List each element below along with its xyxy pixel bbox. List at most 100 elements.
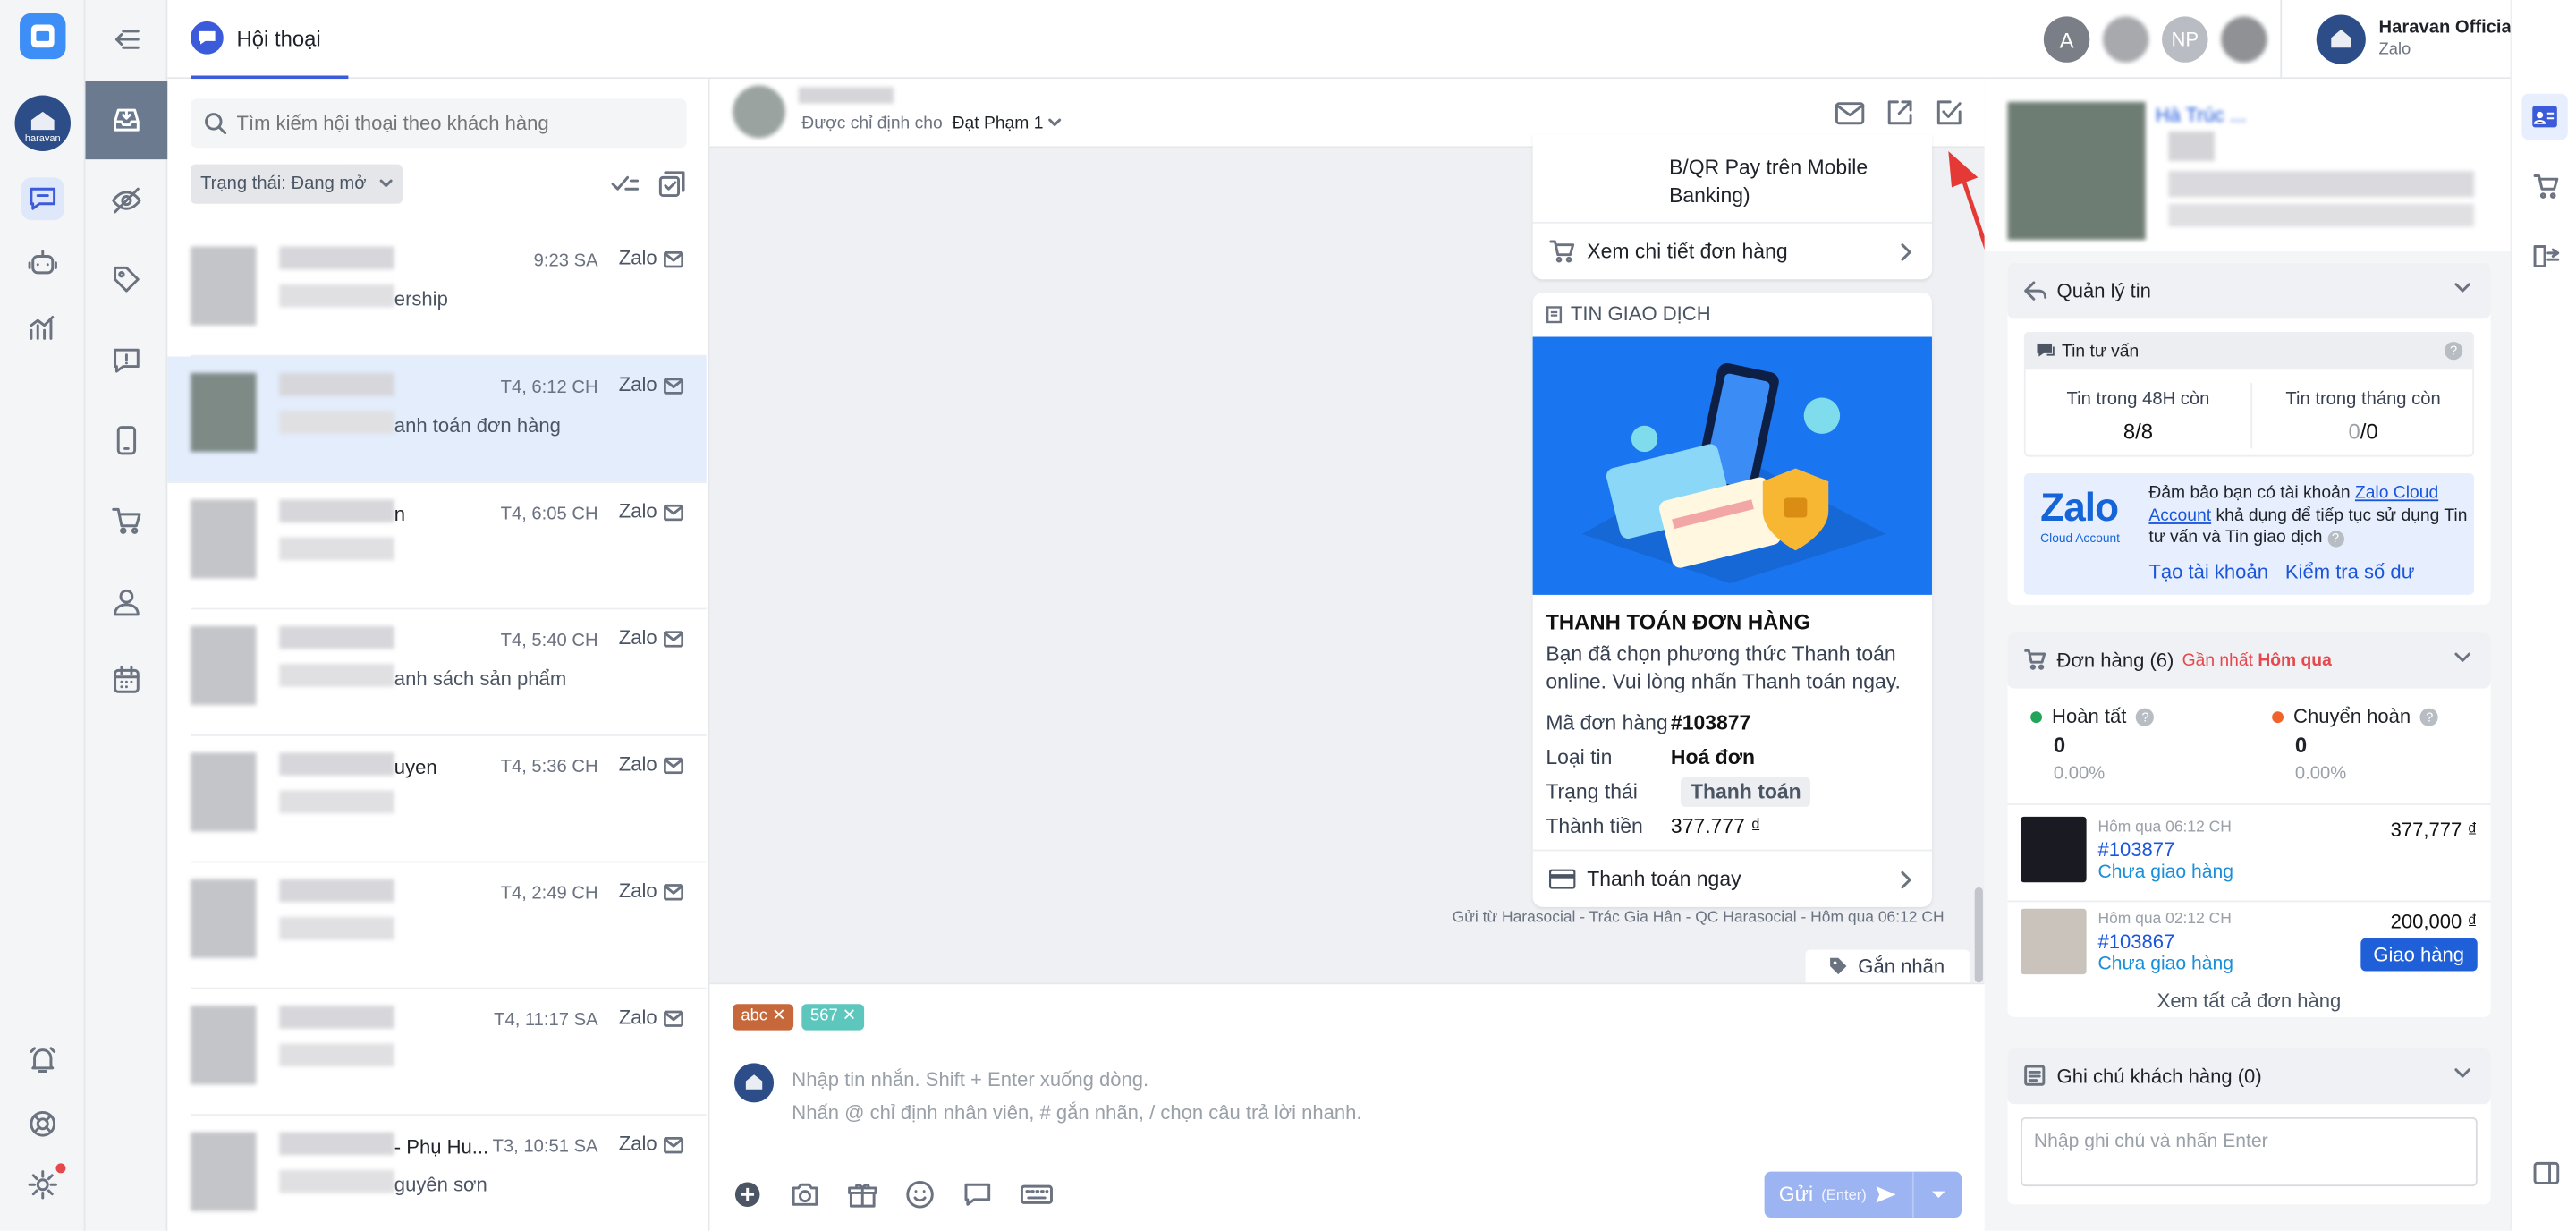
profile-card-icon[interactable] bbox=[2521, 93, 2568, 140]
customer-avatar[interactable] bbox=[733, 85, 785, 139]
amount-field: Thành tiền 377.777 ₫ bbox=[1546, 815, 1762, 838]
app-logo-icon[interactable] bbox=[20, 13, 66, 60]
order-item[interactable]: Hôm qua 02:12 CH #103867 Chưa giao hàng … bbox=[2007, 902, 2490, 988]
order-item[interactable]: Hôm qua 06:12 CH #103877 Chưa giao hàng … bbox=[2007, 810, 2490, 896]
customer-name[interactable]: Hà Trúc ... bbox=[2156, 104, 2247, 127]
status-filter-label: Trạng thái: Đang mở bbox=[200, 174, 367, 194]
calendar-icon[interactable] bbox=[86, 641, 168, 719]
message-title: THANH TOÁN ĐƠN HÀNG bbox=[1546, 609, 1811, 634]
message-management-header[interactable]: Quản lý tin bbox=[2007, 262, 2491, 319]
info-icon: ? bbox=[2420, 707, 2439, 726]
emoji-icon[interactable] bbox=[905, 1180, 935, 1210]
hidden-eye-icon[interactable] bbox=[86, 161, 168, 240]
customer-notes-section: Ghi chú khách hàng (0) Nhập ghi chú và n… bbox=[2007, 1048, 2491, 1205]
conversation-time: T4, 5:40 CH bbox=[500, 631, 598, 651]
collapse-icon[interactable] bbox=[86, 0, 168, 79]
info-icon[interactable]: ? bbox=[2445, 342, 2463, 361]
ship-order-button[interactable]: Giao hàng bbox=[2360, 938, 2478, 972]
chat-scrollbar[interactable] bbox=[1974, 887, 1983, 983]
assignment-info: Được chỉ định cho Đạt Phạm 1 bbox=[801, 114, 1062, 133]
chat-nav-icon[interactable] bbox=[21, 177, 64, 221]
mail-icon[interactable] bbox=[1835, 100, 1865, 126]
status-filter[interactable]: Trạng thái: Đang mở bbox=[191, 164, 402, 204]
conversation-row[interactable]: T4, 5:40 CH Zalo anh sách sản phẩm bbox=[191, 609, 707, 736]
customer-avatar bbox=[191, 752, 257, 832]
check-balance-link[interactable]: Kiểm tra số dư bbox=[2285, 560, 2415, 583]
cart-icon bbox=[1549, 240, 1575, 263]
analytics-icon[interactable] bbox=[21, 306, 64, 349]
mail-icon bbox=[664, 378, 684, 395]
mobile-icon[interactable] bbox=[86, 401, 168, 480]
conversation-row[interactable]: T4, 11:17 SA Zalo bbox=[191, 989, 707, 1116]
create-account-link[interactable]: Tạo tài khoản bbox=[2148, 560, 2268, 583]
keyboard-icon[interactable] bbox=[1020, 1180, 1054, 1210]
search-input[interactable] bbox=[236, 108, 674, 139]
cart-icon[interactable] bbox=[2533, 174, 2559, 200]
agent-avatar-np[interactable]: NP bbox=[2162, 16, 2208, 63]
channel-label: Zalo bbox=[618, 499, 657, 523]
help-lifebuoy-icon[interactable] bbox=[21, 1102, 64, 1145]
search-box[interactable] bbox=[191, 98, 687, 149]
mail-icon bbox=[664, 631, 684, 648]
add-label-button[interactable]: Gắn nhãn bbox=[1805, 949, 1970, 983]
orders-header[interactable]: Đơn hàng (6) Gần nhất Hôm qua bbox=[2007, 632, 2491, 689]
last-message-preview: ership bbox=[394, 287, 448, 311]
conversation-row[interactable]: T4, 6:12 CH Zalo anh toán đơn hàng bbox=[167, 356, 707, 483]
last-message-preview: guyên sơn bbox=[394, 1173, 487, 1197]
message-input[interactable]: Nhập tin nhắn. Shift + Enter xuống dòng.… bbox=[792, 1063, 1361, 1128]
conversation-row[interactable]: 9:23 SA Zalo ership bbox=[191, 230, 707, 357]
bot-icon[interactable] bbox=[21, 242, 64, 284]
mark-done-icon[interactable] bbox=[1936, 98, 1963, 126]
send-options-button[interactable] bbox=[1911, 1171, 1962, 1218]
quota-48h: 8/8 bbox=[2123, 419, 2154, 444]
check-all-icon[interactable] bbox=[611, 171, 640, 197]
zalo-cloud-notice: Zalo Cloud Account Đảm bảo bạn có tài kh… bbox=[2023, 472, 2475, 595]
transfer-icon[interactable] bbox=[2533, 243, 2560, 269]
conversation-row[interactable]: T4, 2:49 CH Zalo bbox=[191, 862, 707, 989]
settings-gear-icon[interactable] bbox=[21, 1163, 66, 1206]
remove-tag-icon: ✕ bbox=[842, 1006, 857, 1026]
contact-icon[interactable] bbox=[86, 562, 168, 641]
info-icon[interactable]: ? bbox=[2326, 531, 2344, 548]
conversation-row[interactable]: - Phụ Hu... T3, 10:51 SA Zalo guyên sơn bbox=[191, 1116, 707, 1231]
assignee-name[interactable]: Đạt Phạm 1 bbox=[953, 114, 1044, 133]
agent-avatar-4[interactable] bbox=[2221, 16, 2267, 63]
camera-icon[interactable] bbox=[790, 1180, 819, 1210]
tab-conversations[interactable]: Hội thoại bbox=[191, 0, 349, 80]
agent-avatar-a[interactable]: A bbox=[2043, 16, 2090, 63]
product-gift-icon[interactable] bbox=[848, 1180, 877, 1210]
account-avatar[interactable] bbox=[2316, 14, 2366, 64]
send-button[interactable]: Gửi (Enter) bbox=[1765, 1172, 1912, 1218]
add-circle-icon[interactable] bbox=[733, 1180, 762, 1210]
alert-message-icon[interactable] bbox=[86, 320, 168, 399]
customer-name: uyen bbox=[394, 755, 437, 779]
conversation-row[interactable]: uyen T4, 5:36 CH Zalo bbox=[191, 736, 707, 863]
open-external-icon[interactable] bbox=[1886, 98, 1914, 126]
alarm-bell-icon[interactable] bbox=[21, 1039, 64, 1082]
chevron-down-icon bbox=[379, 179, 393, 188]
channel-label: Zalo bbox=[618, 246, 657, 270]
tag-icon[interactable] bbox=[86, 240, 168, 318]
pay-now-button[interactable]: Thanh toán ngay bbox=[1532, 849, 1932, 907]
assignee-chevron-icon[interactable] bbox=[1048, 119, 1062, 129]
panel-toggle-icon[interactable] bbox=[2533, 1161, 2560, 1185]
consult-message-box: Tin tư vấn ? Tin trong 48H còn 8/8 Tin t… bbox=[2023, 332, 2475, 457]
note-input[interactable]: Nhập ghi chú và nhấn Enter bbox=[2021, 1116, 2478, 1187]
return-stat: Chuyển hoàn ? bbox=[2272, 705, 2439, 728]
select-multiple-icon[interactable] bbox=[658, 171, 685, 198]
view-order-detail-button[interactable]: Xem chi tiết đơn hàng bbox=[1532, 221, 1932, 279]
agent-avatar-2[interactable] bbox=[2102, 16, 2149, 63]
quick-reply-icon[interactable] bbox=[962, 1180, 992, 1210]
cart-icon[interactable] bbox=[86, 481, 168, 560]
customer-notes-header[interactable]: Ghi chú khách hàng (0) bbox=[2007, 1048, 2491, 1105]
last-message-preview: anh sách sản phẩm bbox=[394, 666, 567, 691]
view-all-orders-link[interactable]: Xem tất cả đơn hàng bbox=[2007, 989, 2490, 1013]
tag-abc[interactable]: abc ✕ bbox=[733, 1004, 794, 1031]
workspace-avatar[interactable]: haravan bbox=[14, 95, 71, 151]
conversation-row[interactable]: n T4, 6:05 CH Zalo bbox=[191, 483, 707, 610]
channel-label: Zalo bbox=[618, 1132, 657, 1156]
reply-icon bbox=[2024, 281, 2047, 301]
message-type-field: Loại tin Hoá đơn bbox=[1546, 745, 1756, 769]
tag-567[interactable]: 567 ✕ bbox=[801, 1004, 865, 1031]
inbox-icon[interactable] bbox=[85, 80, 168, 160]
